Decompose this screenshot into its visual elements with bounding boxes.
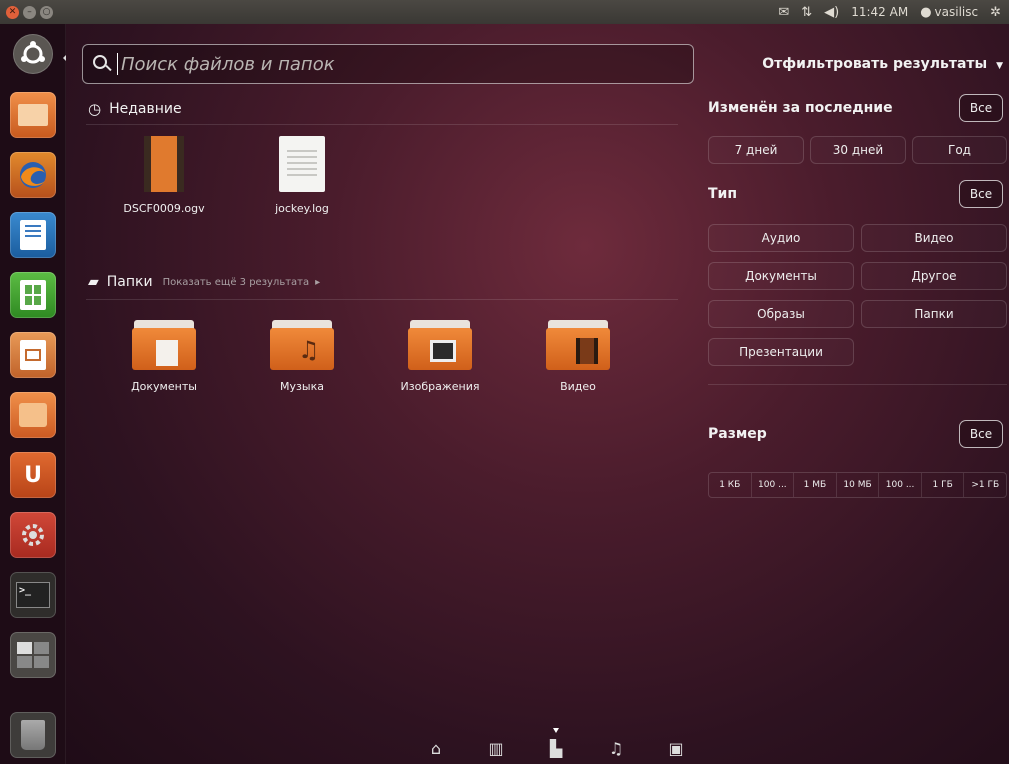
maximize-icon[interactable]: ○ [40, 5, 53, 19]
search-input[interactable] [121, 53, 661, 75]
window-controls: ✕ – ○ [6, 5, 53, 19]
writer-icon[interactable] [10, 212, 56, 258]
clock[interactable]: 11:42 AM [851, 5, 908, 19]
folder-item[interactable]: ♫ Музыка [242, 320, 362, 393]
top-panel: ✕ – ○ ✉ ⇅ ◀) 11:42 AM ● vasilisc ✲ [0, 0, 1009, 24]
chevron-right-icon: ▸ [315, 276, 321, 288]
type-option-documents[interactable]: Документы [708, 262, 854, 290]
filter-results-title: Отфильтровать результаты [762, 56, 988, 72]
modified-all-button[interactable]: Все [959, 94, 1003, 122]
indicator-area: ✉ ⇅ ◀) 11:42 AM ● vasilisc ✲ [778, 5, 1001, 20]
recent-item-label: DSCF0009.ogv [123, 202, 205, 215]
size-option[interactable]: >1 ГБ [964, 473, 1006, 497]
music-folder-icon: ♫ [270, 320, 334, 370]
firefox-icon[interactable] [10, 152, 56, 198]
modified-title: Изменён за последние [708, 100, 893, 116]
type-option-audio[interactable]: Аудио [708, 224, 854, 252]
size-all-button[interactable]: Все [959, 420, 1003, 448]
folder-item-label: Видео [560, 380, 596, 393]
folder-item-label: Музыка [280, 380, 324, 393]
size-option[interactable]: 100 ... [752, 473, 795, 497]
folder-item-label: Изображения [400, 380, 480, 393]
recent-item[interactable]: jockey.log [242, 136, 362, 215]
recent-item-label: jockey.log [275, 202, 329, 215]
home-lens-icon[interactable]: ⌂ [406, 728, 466, 764]
software-center-icon[interactable] [10, 392, 56, 438]
divider [86, 124, 678, 125]
size-title: Размер [708, 426, 767, 442]
type-option-presentations[interactable]: Презентации [708, 338, 854, 366]
search-box[interactable] [82, 44, 694, 84]
type-option-folders[interactable]: Папки [861, 300, 1007, 328]
folder-item[interactable]: Документы [104, 320, 224, 393]
mail-icon[interactable]: ✉ [778, 5, 789, 20]
size-option[interactable]: 1 МБ [794, 473, 837, 497]
type-all-button[interactable]: Все [959, 180, 1003, 208]
music-lens-icon[interactable]: ♫ [586, 728, 646, 764]
folder-item[interactable]: Изображения [380, 320, 500, 393]
applications-lens-icon[interactable]: ▥ [466, 728, 526, 764]
workspace-switcher-icon[interactable] [10, 632, 56, 678]
type-option-other[interactable]: Другое [861, 262, 1007, 290]
user-icon: ● [920, 4, 932, 20]
size-option[interactable]: 1 КБ [709, 473, 752, 497]
dash-home-icon[interactable] [13, 34, 53, 74]
video-file-icon [144, 136, 184, 192]
text-file-icon [279, 136, 325, 192]
text-caret [117, 53, 118, 75]
folders-title: Папки [106, 274, 153, 290]
divider [708, 384, 1007, 385]
size-option[interactable]: 100 ... [879, 473, 922, 497]
type-option-video[interactable]: Видео [861, 224, 1007, 252]
recent-header: ◷ Недавние [88, 100, 182, 118]
user-name: vasilisc [934, 5, 979, 19]
launcher: U >_ [0, 24, 67, 764]
modified-option-year[interactable]: Год [912, 136, 1007, 164]
clock-icon: ◷ [88, 100, 102, 118]
type-title: Тип [708, 186, 738, 202]
folder-item-label: Документы [131, 380, 197, 393]
minimize-icon[interactable]: – [23, 5, 36, 19]
size-range-selector: 1 КБ 100 ... 1 МБ 10 МБ 100 ... 1 ГБ >1 … [708, 472, 1007, 498]
close-icon[interactable]: ✕ [6, 5, 19, 19]
system-settings-icon[interactable] [10, 512, 56, 558]
search-icon [93, 54, 113, 74]
terminal-icon[interactable]: >_ [10, 572, 56, 618]
impress-icon[interactable] [10, 332, 56, 378]
pictures-folder-icon [408, 320, 472, 370]
dash: ◷ Недавние DSCF0009.ogv jockey.log ▰ Пап… [66, 24, 1009, 764]
modified-option-30d[interactable]: 30 дней [810, 136, 906, 164]
user-menu[interactable]: ● vasilisc [920, 5, 978, 20]
recent-item[interactable]: DSCF0009.ogv [104, 136, 224, 215]
folder-icon: ▰ [88, 274, 99, 290]
calc-icon[interactable] [10, 272, 56, 318]
network-icon[interactable]: ⇅ [801, 5, 812, 20]
volume-icon[interactable]: ◀) [824, 5, 839, 20]
documents-folder-icon [132, 320, 196, 370]
filter-results-toggle[interactable]: Отфильтровать результаты ▼ [762, 56, 1003, 72]
files-icon[interactable] [10, 92, 56, 138]
video-lens-icon[interactable]: ▣ [646, 728, 706, 764]
size-option[interactable]: 10 МБ [837, 473, 880, 497]
folder-item[interactable]: Видео [518, 320, 638, 393]
gear-icon[interactable]: ✲ [990, 5, 1001, 20]
files-lens-icon[interactable]: ▙ [526, 728, 586, 764]
modified-option-7d[interactable]: 7 дней [708, 136, 804, 164]
recent-title: Недавние [109, 101, 182, 117]
trash-icon[interactable] [10, 712, 56, 758]
ubuntu-one-icon[interactable]: U [10, 452, 56, 498]
divider [86, 299, 678, 300]
type-option-images[interactable]: Образы [708, 300, 854, 328]
videos-folder-icon [546, 320, 610, 370]
folders-header: ▰ Папки Показать ещё 3 результата ▸ [88, 274, 320, 290]
chevron-down-icon: ▼ [996, 61, 1003, 71]
size-option[interactable]: 1 ГБ [922, 473, 965, 497]
lens-bar: ⌂ ▥ ▙ ♫ ▣ [406, 728, 706, 764]
show-more-link[interactable]: Показать ещё 3 результата [163, 277, 310, 288]
